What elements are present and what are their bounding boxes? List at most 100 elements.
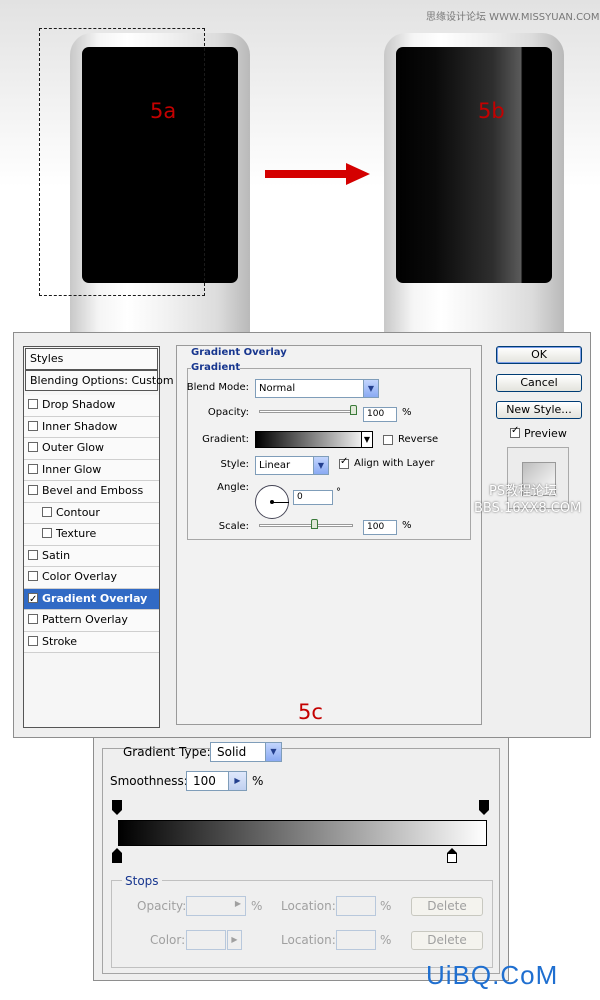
style-item-label: Drop Shadow bbox=[42, 398, 116, 411]
blending-options-item[interactable]: Blending Options: Custom bbox=[25, 369, 174, 391]
stops-group bbox=[111, 880, 493, 968]
align-with-layer-checkbox[interactable] bbox=[339, 456, 349, 469]
chevron-right-icon: ▶ bbox=[231, 935, 238, 944]
chevron-down-icon[interactable]: ▼ bbox=[313, 457, 328, 474]
scale-slider-thumb[interactable] bbox=[311, 519, 319, 529]
chevron-right-icon[interactable]: ▶ bbox=[228, 772, 246, 790]
delete-opacity-stop-button[interactable]: Delete bbox=[411, 897, 483, 916]
style-item-pattern-overlay[interactable]: Pattern Overlay bbox=[24, 610, 159, 632]
style-label: Style: bbox=[220, 459, 250, 470]
gradient-type-select[interactable]: Solid ▼ bbox=[210, 742, 282, 762]
step-label-5b: 5b bbox=[478, 99, 505, 123]
style-preview-thumbnail bbox=[507, 447, 569, 509]
chevron-down-icon[interactable]: ▼ bbox=[265, 743, 281, 761]
styles-header[interactable]: Styles bbox=[25, 348, 158, 370]
drop-shadow-checkbox[interactable] bbox=[28, 399, 38, 409]
opacity-stop-right[interactable] bbox=[479, 800, 491, 815]
scale-slider[interactable] bbox=[259, 524, 353, 527]
blend-mode-select[interactable]: Normal ▼ bbox=[255, 379, 379, 398]
scale-input[interactable]: 100 bbox=[363, 520, 397, 535]
stop-opacity-label: Opacity: bbox=[137, 899, 187, 913]
style-item-label: Gradient Overlay bbox=[42, 591, 148, 605]
inner-glow-checkbox[interactable] bbox=[28, 463, 38, 474]
pattern-overlay-checkbox[interactable] bbox=[28, 614, 38, 624]
gradient-label: Gradient: bbox=[202, 434, 249, 445]
device-mockup-after: 5b bbox=[384, 33, 564, 343]
degree-unit: ° bbox=[336, 487, 341, 498]
style-item-label: Inner Shadow bbox=[42, 419, 118, 433]
style-select[interactable]: Linear ▼ bbox=[255, 456, 329, 475]
angle-needle bbox=[272, 502, 289, 503]
style-item-label: Pattern Overlay bbox=[42, 613, 128, 626]
angle-dial[interactable] bbox=[255, 485, 289, 519]
reverse-checkbox[interactable] bbox=[383, 435, 393, 445]
style-item-bevel-emboss[interactable]: Bevel and Emboss bbox=[24, 481, 159, 503]
smoothness-input[interactable]: 100 ▶ bbox=[186, 771, 247, 791]
texture-checkbox[interactable] bbox=[42, 528, 52, 538]
panel-title: Gradient Overlay bbox=[191, 347, 287, 358]
gradient-overlay-panel: Gradient Overlay Gradient Blend Mode: No… bbox=[176, 345, 482, 725]
gradient-preview-bar[interactable] bbox=[118, 820, 487, 846]
opacity-slider-thumb[interactable] bbox=[350, 405, 357, 415]
opacity-slider[interactable] bbox=[259, 410, 357, 413]
style-item-outer-glow[interactable]: Outer Glow bbox=[24, 438, 159, 460]
bevel-emboss-checkbox[interactable] bbox=[28, 485, 38, 495]
opacity-location-label: Location: bbox=[281, 899, 336, 913]
preview-label: Preview bbox=[524, 427, 567, 440]
stop-color-label: Color: bbox=[150, 933, 186, 947]
stop-color-swatch[interactable] bbox=[186, 930, 226, 950]
opacity-location-input[interactable] bbox=[336, 896, 376, 916]
style-item-texture[interactable]: Texture bbox=[24, 524, 159, 546]
group-title: Gradient bbox=[191, 362, 241, 373]
style-value: Linear bbox=[259, 460, 291, 471]
align-with-layer-label: Align with Layer bbox=[354, 458, 435, 469]
style-item-satin[interactable]: Satin bbox=[24, 545, 159, 567]
style-item-gradient-overlay[interactable]: Gradient Overlay bbox=[24, 588, 159, 610]
style-item-contour[interactable]: Contour bbox=[24, 502, 159, 524]
stop-opacity-unit: % bbox=[251, 899, 263, 913]
style-item-label: Color Overlay bbox=[42, 570, 117, 583]
color-stop-right[interactable] bbox=[447, 848, 459, 863]
step-label-5c: 5c bbox=[298, 700, 323, 724]
inner-shadow-checkbox[interactable] bbox=[28, 420, 38, 431]
style-item-label: Stroke bbox=[42, 634, 78, 648]
preview-checkbox[interactable] bbox=[510, 425, 520, 438]
opacity-stop-left[interactable] bbox=[112, 800, 124, 815]
preview-toggle[interactable]: Preview bbox=[510, 425, 567, 440]
color-overlay-checkbox[interactable] bbox=[28, 571, 38, 581]
reverse-label: Reverse bbox=[398, 434, 439, 445]
contour-checkbox[interactable] bbox=[42, 506, 52, 517]
opacity-unit: % bbox=[402, 407, 412, 418]
stroke-checkbox[interactable] bbox=[28, 635, 38, 646]
arrow-right-icon bbox=[265, 170, 347, 178]
chevron-down-icon[interactable]: ▼ bbox=[363, 380, 378, 397]
color-location-label: Location: bbox=[281, 933, 336, 947]
style-item-drop-shadow[interactable]: Drop Shadow bbox=[24, 395, 159, 417]
color-picker-arrow[interactable]: ▶ bbox=[227, 930, 242, 950]
satin-checkbox[interactable] bbox=[28, 549, 38, 560]
gradient-overlay-checkbox[interactable] bbox=[28, 590, 38, 610]
color-stop-left[interactable] bbox=[112, 848, 124, 863]
angle-input[interactable]: 0 bbox=[293, 490, 333, 505]
chevron-right-icon: ▶ bbox=[234, 899, 241, 908]
device-screen-after: 5b bbox=[396, 47, 552, 283]
delete-color-stop-button[interactable]: Delete bbox=[411, 931, 483, 950]
arrow-head-icon bbox=[346, 163, 370, 185]
style-item-inner-shadow[interactable]: Inner Shadow bbox=[24, 416, 159, 438]
opacity-input[interactable]: 100 bbox=[363, 407, 397, 422]
ok-button[interactable]: OK bbox=[496, 346, 582, 364]
cancel-button[interactable]: Cancel bbox=[496, 374, 582, 392]
layer-style-dialog: Styles Blending Options: Custom Drop Sha… bbox=[13, 332, 591, 738]
gradient-dropdown-icon[interactable]: ▼ bbox=[361, 431, 373, 448]
angle-center-dot bbox=[270, 500, 274, 504]
style-item-inner-glow[interactable]: Inner Glow bbox=[24, 459, 159, 481]
style-item-stroke[interactable]: Stroke bbox=[24, 631, 159, 653]
new-style-button[interactable]: New Style... bbox=[496, 401, 582, 419]
gradient-swatch[interactable] bbox=[255, 431, 369, 448]
stop-opacity-input[interactable]: ▶ bbox=[186, 896, 246, 916]
color-location-input[interactable] bbox=[336, 930, 376, 950]
outer-glow-checkbox[interactable] bbox=[28, 442, 38, 452]
blend-mode-value: Normal bbox=[259, 383, 296, 394]
style-item-color-overlay[interactable]: Color Overlay bbox=[24, 567, 159, 589]
selection-marquee bbox=[39, 28, 205, 296]
